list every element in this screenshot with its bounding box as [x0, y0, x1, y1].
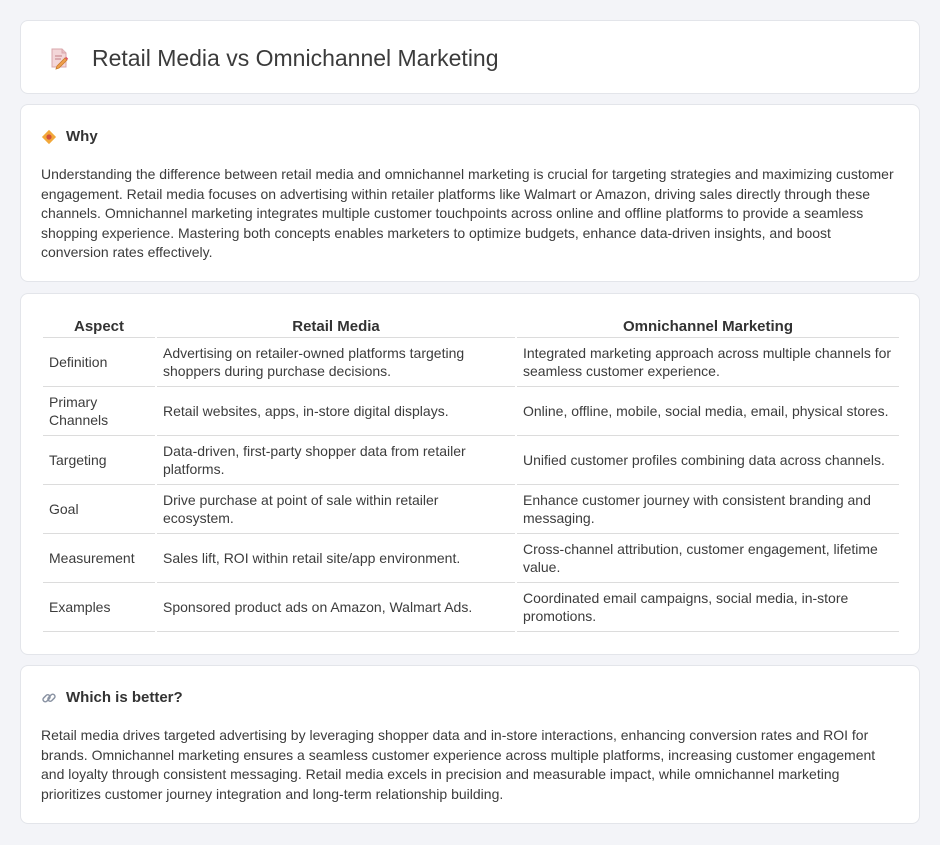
table-row: Examples Sponsored product ads on Amazon…: [43, 583, 899, 632]
table-row: Definition Advertising on retailer-owned…: [43, 338, 899, 387]
comparison-table: Aspect Retail Media Omnichannel Marketin…: [41, 316, 901, 632]
why-paragraph: Understanding the difference between ret…: [41, 166, 894, 261]
omnichannel-cell: Online, offline, mobile, social media, e…: [517, 387, 899, 436]
header-card: Retail Media vs Omnichannel Marketing: [20, 20, 920, 94]
link-icon: [41, 690, 57, 706]
which-heading: Which is better?: [41, 688, 183, 708]
aspect-cell: Measurement: [43, 534, 155, 583]
document-pencil-icon: [47, 46, 71, 70]
aspect-cell: Targeting: [43, 436, 155, 485]
which-section: Which is better? Retail media drives tar…: [20, 665, 920, 824]
retail-media-cell: Retail websites, apps, in-store digital …: [157, 387, 515, 436]
omnichannel-cell: Integrated marketing approach across mul…: [517, 338, 899, 387]
which-heading-label: Which is better?: [66, 689, 183, 706]
table-row: Primary Channels Retail websites, apps, …: [43, 387, 899, 436]
table-row: Goal Drive purchase at point of sale wit…: [43, 485, 899, 534]
table-row: Targeting Data-driven, first-party shopp…: [43, 436, 899, 485]
table-header-row: Aspect Retail Media Omnichannel Marketin…: [43, 316, 899, 338]
omnichannel-cell: Cross-channel attribution, customer enga…: [517, 534, 899, 583]
page-title: Retail Media vs Omnichannel Marketing: [92, 45, 499, 71]
omnichannel-cell: Enhance customer journey with consistent…: [517, 485, 899, 534]
column-header-omnichannel: Omnichannel Marketing: [517, 316, 899, 338]
omnichannel-cell: Unified customer profiles combining data…: [517, 436, 899, 485]
comparison-section: Aspect Retail Media Omnichannel Marketin…: [20, 293, 920, 655]
which-paragraph: Retail media drives targeted advertising…: [41, 727, 876, 802]
aspect-cell: Examples: [43, 583, 155, 632]
aspect-cell: Primary Channels: [43, 387, 155, 436]
column-header-aspect: Aspect: [43, 316, 155, 338]
retail-media-cell: Sponsored product ads on Amazon, Walmart…: [157, 583, 515, 632]
why-section: Why Understanding the difference between…: [20, 104, 920, 282]
retail-media-cell: Advertising on retailer-owned platforms …: [157, 338, 515, 387]
why-heading-label: Why: [66, 128, 98, 145]
why-heading: Why: [41, 127, 98, 147]
column-header-retail-media: Retail Media: [157, 316, 515, 338]
diamond-badge-icon: [41, 129, 57, 145]
aspect-cell: Definition: [43, 338, 155, 387]
table-row: Measurement Sales lift, ROI within retai…: [43, 534, 899, 583]
retail-media-cell: Drive purchase at point of sale within r…: [157, 485, 515, 534]
retail-media-cell: Data-driven, first-party shopper data fr…: [157, 436, 515, 485]
aspect-cell: Goal: [43, 485, 155, 534]
retail-media-cell: Sales lift, ROI within retail site/app e…: [157, 534, 515, 583]
omnichannel-cell: Coordinated email campaigns, social medi…: [517, 583, 899, 632]
